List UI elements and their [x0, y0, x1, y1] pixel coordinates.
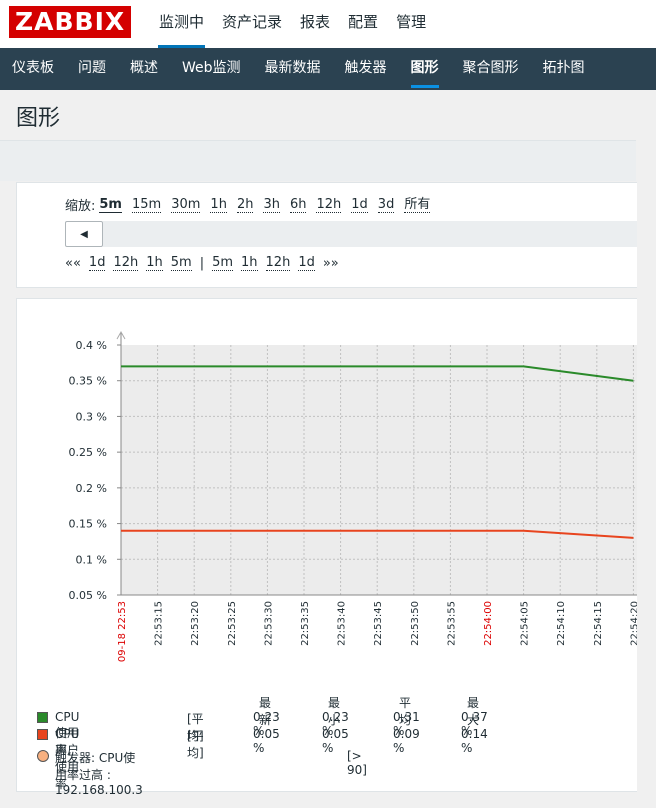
- zoom-2h[interactable]: 2h: [236, 197, 254, 213]
- nav-configuration[interactable]: 配置: [339, 0, 387, 48]
- x-tick-label: 22:54:10: [556, 601, 567, 646]
- fwd-1d[interactable]: 1d: [298, 255, 315, 271]
- back-1h[interactable]: 1h: [146, 255, 163, 271]
- y-tick-label: 0.25 %: [69, 446, 107, 459]
- zoom-all[interactable]: 所有: [404, 197, 431, 213]
- subnav-triggers[interactable]: 触发器: [333, 48, 399, 90]
- subnav-maps[interactable]: 拓扑图: [531, 48, 597, 90]
- x-tick-label: 22:53:15: [154, 601, 165, 646]
- subnav-problems[interactable]: 问题: [66, 48, 118, 90]
- back-5m[interactable]: 5m: [170, 255, 192, 271]
- x-tick-label: 22:53:40: [337, 601, 348, 646]
- trigger-text: 触发器: CPU使用率过高 : 192.168.100.3: [55, 751, 143, 797]
- x-tick-label: 22:53:25: [227, 601, 238, 646]
- cpu-graph: 0.4 % 0.35 % 0.3 % 0.25 % 0.2 % 0.15 % 0.1 % 0.…: [69, 330, 640, 662]
- title-bar: 图形: [0, 90, 636, 141]
- subnav-overview[interactable]: 概述: [118, 48, 170, 90]
- zoom-5m[interactable]: 5m: [99, 197, 122, 213]
- y-tick-label: 0.15 %: [69, 518, 107, 531]
- y-tick-label: 0.05 %: [69, 589, 107, 602]
- y-tick-label: 0.2 %: [76, 482, 107, 495]
- trigger-circle-icon: [37, 750, 49, 762]
- zoom-3h[interactable]: 3h: [263, 197, 280, 213]
- y-tick-label: 0.1 %: [76, 553, 107, 566]
- back-prev-link[interactable]: ««: [65, 256, 81, 271]
- plot-area: [121, 345, 637, 595]
- x-tick-label: 09-18 22:53: [117, 601, 128, 662]
- x-tick-label: 22:54:05: [520, 601, 531, 646]
- nav-inventory[interactable]: 资产记录: [213, 0, 291, 48]
- filter-strip: [0, 141, 636, 181]
- top-header: ZABBIX 监测中 资产记录 报表 配置 管理: [0, 0, 656, 48]
- trigger-threshold: [> 90]: [347, 749, 367, 777]
- x-tick-label: 22:53:20: [190, 601, 201, 646]
- legend-last-cpu-user: 0.05 %: [253, 727, 280, 755]
- subnav-graphs[interactable]: 图形: [399, 48, 451, 90]
- back-12h[interactable]: 12h: [113, 255, 139, 271]
- nav-monitoring[interactable]: 监测中: [150, 0, 213, 48]
- fwd-1h[interactable]: 1h: [241, 255, 258, 271]
- x-tick-label: 22:54:00: [483, 601, 494, 646]
- x-tick-label: 22:54:20: [629, 601, 637, 646]
- page-title: 图形: [16, 106, 61, 131]
- fwd-5m[interactable]: 5m: [212, 255, 234, 271]
- time-control-panel: 缩放: 5m 15m 30m 1h 2h 3h 6h 12h 1d 3d 所有 …: [16, 182, 637, 288]
- zoom-1d[interactable]: 1d: [351, 197, 368, 213]
- zoom-3d[interactable]: 3d: [377, 197, 395, 213]
- x-tick-label: 22:53:35: [300, 601, 311, 646]
- main-nav: 监测中 资产记录 报表 配置 管理: [150, 0, 435, 48]
- zoom-12h[interactable]: 12h: [316, 197, 342, 213]
- nav-reports[interactable]: 报表: [291, 0, 339, 48]
- zoom-label: 缩放:: [65, 199, 96, 214]
- timeline-scrollbar[interactable]: [103, 221, 637, 247]
- triangle-left-icon: ◀: [80, 228, 88, 240]
- legend-max-cpu-user: 0.14 %: [461, 727, 488, 755]
- zabbix-logo[interactable]: ZABBIX: [9, 6, 132, 38]
- y-tick-label: 0.35 %: [69, 375, 107, 388]
- period-separator: |: [199, 255, 205, 271]
- zoom-15m[interactable]: 15m: [131, 197, 162, 213]
- x-tick-label: 22:53:30: [263, 601, 274, 646]
- zoom-30m[interactable]: 30m: [171, 197, 201, 213]
- legend-avg-cpu-user: 0.09 %: [393, 727, 420, 755]
- x-tick-label: 22:53:50: [410, 601, 421, 646]
- back-1d[interactable]: 1d: [88, 255, 106, 271]
- subnav-screens[interactable]: 聚合图形: [451, 48, 531, 90]
- legend-swatch-cpu: [37, 712, 48, 723]
- subnav-dashboard[interactable]: 仪表板: [0, 48, 66, 90]
- y-tick-label: 0.4 %: [76, 339, 107, 352]
- fwd-next-link[interactable]: »»: [323, 256, 339, 271]
- y-tick-label: 0.3 %: [76, 410, 107, 423]
- x-tick-label: 22:53:45: [373, 601, 384, 646]
- zoom-6h[interactable]: 6h: [289, 197, 307, 213]
- zoom-row: 缩放: 5m 15m 30m 1h 2h 3h 6h 12h 1d 3d 所有: [65, 195, 440, 214]
- x-tick-label: 22:53:55: [446, 601, 457, 646]
- zoom-1h[interactable]: 1h: [210, 197, 227, 213]
- legend-min-cpu-user: 0.05 %: [322, 727, 349, 755]
- sub-nav: 仪表板 问题 概述 Web监测 最新数据 触发器 图形 聚合图形 拓扑图: [0, 48, 656, 90]
- nav-administration[interactable]: 管理: [387, 0, 435, 48]
- subnav-web[interactable]: Web监测: [170, 48, 253, 90]
- period-row: «« 1d 12h 1h 5m | 5m 1h 12h 1d »»: [65, 255, 347, 271]
- fwd-12h[interactable]: 12h: [265, 255, 291, 271]
- legend-func-cpu-user: [平均]: [187, 729, 204, 760]
- subnav-latest-data[interactable]: 最新数据: [253, 48, 333, 90]
- scroll-left-button[interactable]: ◀: [65, 221, 103, 247]
- graph-panel: 0.4 % 0.35 % 0.3 % 0.25 % 0.2 % 0.15 % 0.1 % 0.…: [16, 298, 640, 797]
- x-tick-label: 22:54:15: [593, 601, 604, 646]
- legend-swatch-cpu-user: [37, 729, 48, 740]
